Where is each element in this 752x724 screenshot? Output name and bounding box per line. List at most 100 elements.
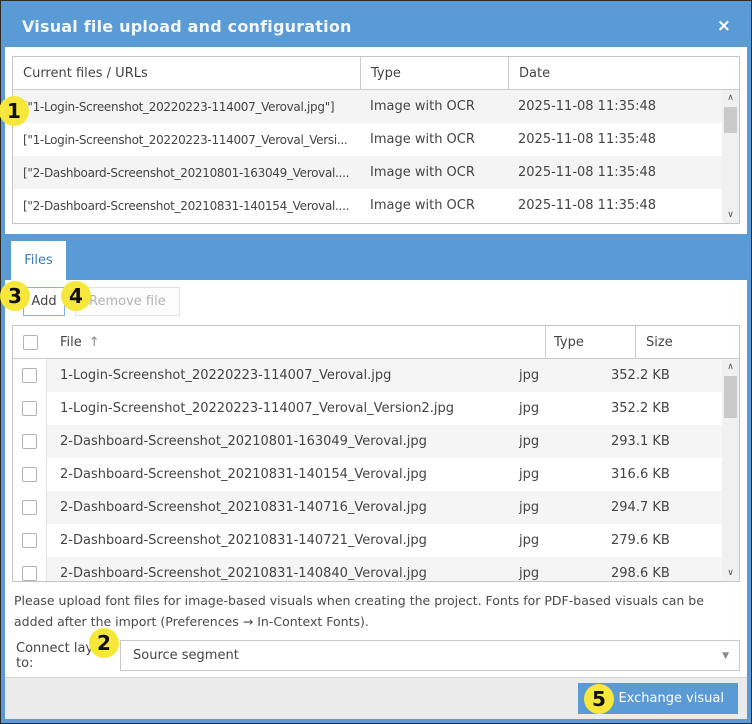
scrollbar[interactable]: ∧ ∨ [722,359,739,581]
file-type-cell: jpg [511,434,601,449]
row-content: 2-Dashboard-Screenshot_20210831-140716_V… [47,491,739,524]
select-all-checkbox[interactable] [23,335,38,350]
annotation-marker-2: 2 [89,628,119,658]
tab-files[interactable]: Files [11,241,66,280]
file-table-rows: 1-Login-Screenshot_20220223-114007_Verov… [13,359,739,581]
file-type-cell: jpg [511,467,601,482]
row-checkbox[interactable] [22,434,37,449]
file-type-cell: jpg [511,566,601,581]
chevron-down-icon: ▼ [722,651,729,661]
dialog-body: Current files / URLs Type Date ["1-Login… [5,47,747,677]
row-checkbox-cell [13,557,47,581]
scroll-up-icon[interactable]: ∧ [722,359,739,375]
file-size-cell: 352.2 KB [601,401,739,416]
row-checkbox-cell [13,458,47,491]
row-checkbox[interactable] [22,401,37,416]
file-size-cell: 279.6 KB [601,533,739,548]
file-name-cell: 2-Dashboard-Screenshot_20210831-140154_V… [47,467,511,482]
connect-layout-select[interactable]: Source segment ▼ [120,640,740,671]
annotation-marker-4: 4 [61,281,91,311]
row-checkbox[interactable] [22,467,37,482]
column-header-current-files[interactable]: Current files / URLs [13,66,360,81]
row-checkbox-cell [13,524,47,557]
scrollbar-thumb[interactable] [724,107,737,133]
annotation-marker-5: 5 [584,684,614,714]
file-name-cell: 1-Login-Screenshot_20220223-114007_Verov… [47,401,511,416]
table-row[interactable]: 1-Login-Screenshot_20220223-114007_Verov… [13,359,739,392]
exchange-visual-label: Exchange visual [618,691,724,706]
scroll-up-icon[interactable]: ∧ [722,90,739,106]
type-cell: Image with OCR [360,198,508,213]
file-size-cell: 294.7 KB [601,500,739,515]
file-url-cell: ["1-Login-Screenshot_20220223-114007_Ver… [13,133,360,147]
table-row[interactable]: ["1-Login-Screenshot_20220223-114007_Ver… [13,90,739,123]
file-table-body: 1-Login-Screenshot_20220223-114007_Verov… [13,359,739,581]
current-files-body: ["1-Login-Screenshot_20220223-114007_Ver… [13,90,739,223]
row-content: 1-Login-Screenshot_20220223-114007_Verov… [47,359,739,392]
file-name-cell: 1-Login-Screenshot_20220223-114007_Verov… [47,368,511,383]
row-checkbox-cell [13,359,47,392]
column-header-size[interactable]: Size [635,326,739,358]
file-url-cell: ["1-Login-Screenshot_20220223-114007_Ver… [13,100,360,114]
column-header-filetype[interactable]: Type [545,326,635,358]
table-row[interactable]: 2-Dashboard-Screenshot_20210801-163049_V… [13,425,739,458]
dialog-outline: Visual file upload and configuration × C… [0,0,752,724]
file-type-cell: jpg [511,500,601,515]
visual-upload-dialog: Visual file upload and configuration × C… [1,1,751,723]
column-header-type[interactable]: Type [360,57,508,89]
scroll-down-icon[interactable]: ∨ [722,207,739,223]
file-name-cell: 2-Dashboard-Screenshot_20210831-140721_V… [47,533,511,548]
dialog-title: Visual file upload and configuration [22,17,352,36]
row-checkbox-cell [13,491,47,524]
sort-ascending-icon: ↑ [89,335,100,350]
row-content: 2-Dashboard-Screenshot_20210801-163049_V… [47,425,739,458]
table-row[interactable]: 2-Dashboard-Screenshot_20210831-140840_V… [13,557,739,581]
row-content: 1-Login-Screenshot_20220223-114007_Verov… [47,392,739,425]
table-row[interactable]: 2-Dashboard-Screenshot_20210831-140721_V… [13,524,739,557]
date-cell: 2025-11-08 11:35:48 [508,132,739,147]
file-name-cell: 2-Dashboard-Screenshot_20210831-140840_V… [47,566,511,581]
file-type-cell: jpg [511,368,601,383]
date-cell: 2025-11-08 11:35:48 [508,165,739,180]
row-checkbox[interactable] [22,368,37,383]
row-content: 2-Dashboard-Screenshot_20210831-140840_V… [47,557,739,581]
scrollbar-thumb[interactable] [724,376,737,418]
row-checkbox[interactable] [22,533,37,548]
current-files-header-row: Current files / URLs Type Date [13,57,739,90]
annotation-marker-1: 1 [0,96,29,126]
file-type-cell: jpg [511,533,601,548]
close-icon[interactable]: × [717,18,731,35]
table-row[interactable]: ["2-Dashboard-Screenshot_20210801-163049… [13,156,739,189]
file-url-cell: ["2-Dashboard-Screenshot_20210801-163049… [13,166,360,180]
remove-file-button[interactable]: Remove file [75,287,180,316]
file-name-cell: 2-Dashboard-Screenshot_20210801-163049_V… [47,434,511,449]
table-row[interactable]: 1-Login-Screenshot_20220223-114007_Verov… [13,392,739,425]
row-checkbox[interactable] [22,500,37,515]
file-toolbar: Add Remove file [23,287,740,316]
column-header-file[interactable]: File ↑ [47,335,545,350]
dialog-header: Visual file upload and configuration × [5,5,747,47]
file-url-cell: ["2-Dashboard-Screenshot_20210831-140154… [13,199,360,213]
scroll-down-icon[interactable]: ∨ [722,565,739,581]
column-header-date[interactable]: Date [508,57,739,89]
connect-layout-value: Source segment [133,648,239,663]
row-content: 2-Dashboard-Screenshot_20210831-140154_V… [47,458,739,491]
annotation-marker-3: 3 [0,281,30,311]
table-row[interactable]: 2-Dashboard-Screenshot_20210831-140716_V… [13,491,739,524]
file-size-cell: 293.1 KB [601,434,739,449]
row-checkbox-cell [13,425,47,458]
row-checkbox[interactable] [22,566,37,581]
type-cell: Image with OCR [360,132,508,147]
file-table: File ↑ Type Size [12,325,740,582]
table-row[interactable]: 2-Dashboard-Screenshot_20210831-140154_V… [13,458,739,491]
file-table-header-row: File ↑ Type Size [13,326,739,359]
dialog-footer: ▶▶ Exchange visual [5,677,747,719]
table-row[interactable]: ["2-Dashboard-Screenshot_20210831-140154… [13,189,739,222]
file-name-cell: 2-Dashboard-Screenshot_20210831-140716_V… [47,500,511,515]
tab-strip: Files [5,234,747,280]
table-row[interactable]: ["1-Login-Screenshot_20220223-114007_Ver… [13,123,739,156]
type-cell: Image with OCR [360,99,508,114]
file-size-cell: 316.6 KB [601,467,739,482]
scrollbar[interactable]: ∧ ∨ [722,90,739,223]
font-upload-note: Please upload font files for image-based… [12,590,740,632]
